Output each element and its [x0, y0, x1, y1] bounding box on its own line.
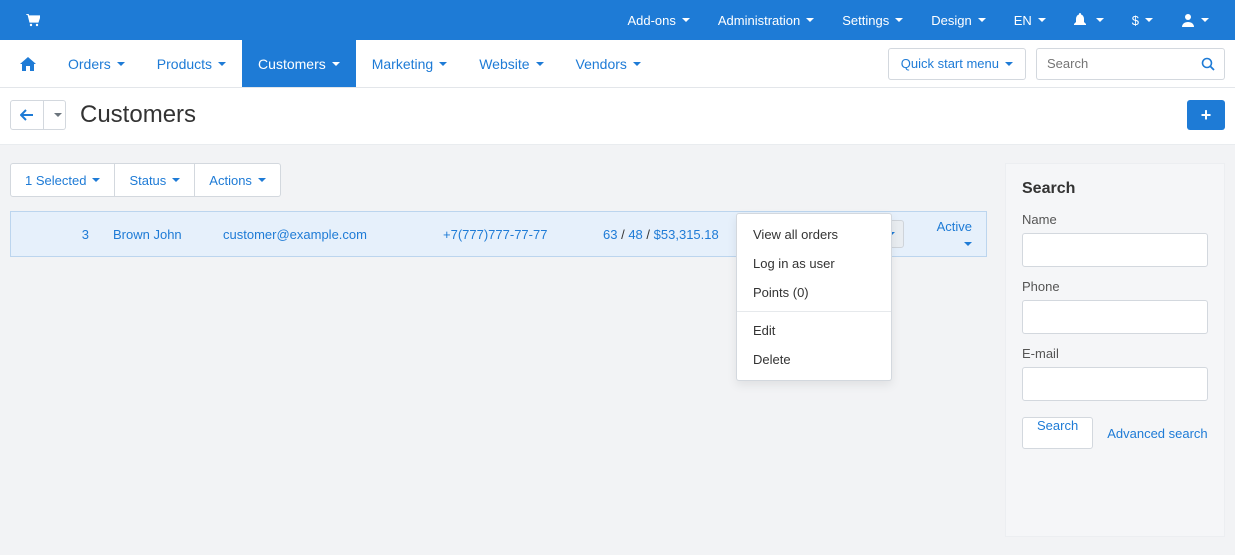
body: 1 Selected Status Actions 3 Brown John c…: [0, 145, 1235, 555]
dropdown-delete[interactable]: Delete: [737, 345, 891, 374]
customer-amount[interactable]: $53,315.18: [654, 227, 719, 242]
content-column: 1 Selected Status Actions 3 Brown John c…: [10, 163, 987, 537]
user-menu-icon[interactable]: [1167, 0, 1223, 40]
row-actions-dropdown: View all orders Log in as user Points (0…: [736, 213, 892, 381]
search-phone-input[interactable]: [1022, 300, 1208, 334]
search-panel: Search Name Phone E-mail Search Advanced…: [1005, 163, 1225, 537]
dropdown-view-all-orders[interactable]: View all orders: [737, 220, 891, 249]
search-phone-label: Phone: [1022, 279, 1208, 294]
customer-id: 3: [11, 227, 101, 242]
topnav-addons[interactable]: Add-ons: [613, 0, 703, 40]
topnav-design[interactable]: Design: [917, 0, 999, 40]
search-email-label: E-mail: [1022, 346, 1208, 361]
nav-vendors[interactable]: Vendors: [560, 40, 657, 87]
notifications-icon[interactable]: [1060, 0, 1118, 40]
nav-website[interactable]: Website: [463, 40, 559, 87]
topnav-language[interactable]: EN: [1000, 0, 1060, 40]
customer-stat1[interactable]: 63: [603, 227, 617, 242]
actions-button[interactable]: Actions: [195, 163, 281, 197]
nav-home-icon[interactable]: [4, 40, 52, 87]
dropdown-edit[interactable]: Edit: [737, 316, 891, 345]
back-dropdown[interactable]: [44, 100, 66, 130]
search-submit-button[interactable]: Search: [1022, 417, 1093, 449]
back-button[interactable]: [10, 100, 44, 130]
nav-customers[interactable]: Customers: [242, 40, 356, 87]
title-row: Customers +: [0, 88, 1235, 145]
customer-stat2[interactable]: 48: [628, 227, 642, 242]
nav-marketing[interactable]: Marketing: [356, 40, 463, 87]
dropdown-divider: [737, 311, 891, 312]
advanced-search-link[interactable]: Advanced search: [1107, 426, 1207, 441]
search-email-input[interactable]: [1022, 367, 1208, 401]
main-nav: Orders Products Customers Marketing Webs…: [0, 40, 1235, 88]
search-name-input[interactable]: [1022, 233, 1208, 267]
nav-orders[interactable]: Orders: [52, 40, 141, 87]
search-panel-title: Search: [1022, 180, 1208, 198]
topbar: Add-ons Administration Settings Design E…: [0, 0, 1235, 40]
customer-status-dropdown[interactable]: Active: [916, 219, 986, 249]
customer-name-link[interactable]: Brown John: [101, 227, 211, 242]
page-title: Customers: [80, 101, 196, 129]
search-name-label: Name: [1022, 212, 1208, 227]
currency-selector[interactable]: $: [1118, 0, 1167, 40]
filter-bar: 1 Selected Status Actions: [10, 163, 987, 197]
global-search-input[interactable]: [1036, 48, 1191, 80]
global-search-button[interactable]: [1191, 48, 1225, 80]
status-filter-button[interactable]: Status: [115, 163, 195, 197]
add-button[interactable]: +: [1187, 100, 1225, 130]
cart-icon[interactable]: [12, 0, 54, 40]
dropdown-points[interactable]: Points (0): [737, 278, 891, 307]
customer-email-link[interactable]: customer@example.com: [211, 227, 431, 242]
selection-count-button[interactable]: 1 Selected: [10, 163, 115, 197]
topnav-administration[interactable]: Administration: [704, 0, 828, 40]
quick-start-button[interactable]: Quick start menu: [888, 48, 1026, 80]
customer-phone-link[interactable]: +7(777)777-77-77: [431, 227, 591, 242]
nav-products[interactable]: Products: [141, 40, 242, 87]
topnav-settings[interactable]: Settings: [828, 0, 917, 40]
dropdown-log-in-as-user[interactable]: Log in as user: [737, 249, 891, 278]
